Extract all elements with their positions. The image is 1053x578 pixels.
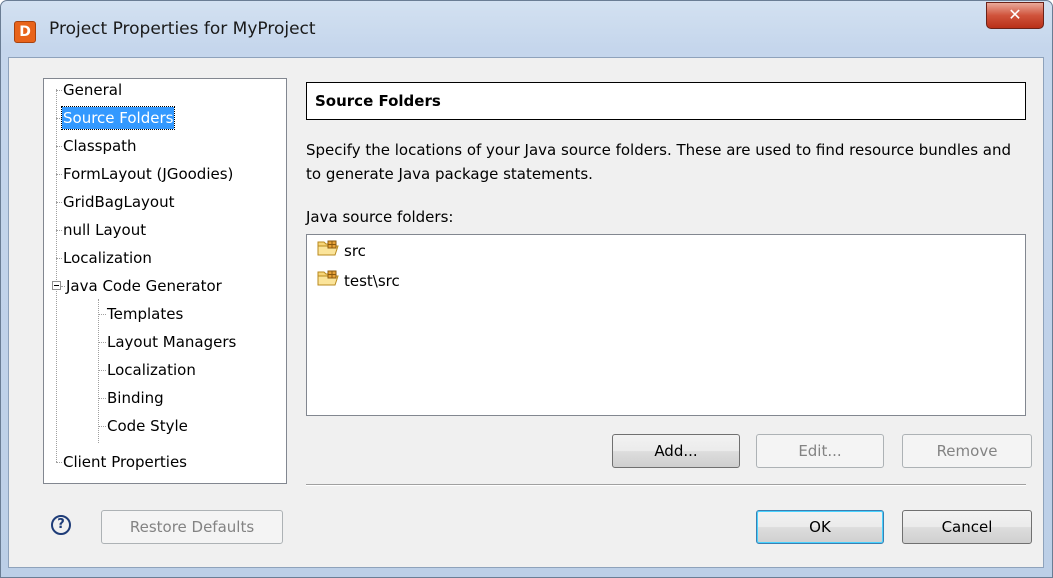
list-item[interactable]: test\src [317, 269, 400, 293]
edit-button[interactable]: Edit... [756, 434, 884, 468]
app-logo-icon: D [14, 21, 36, 43]
tree-item-templates[interactable]: Templates [106, 303, 184, 325]
remove-button[interactable]: Remove [902, 434, 1032, 468]
tree-item-layout-managers[interactable]: Layout Managers [106, 331, 237, 353]
settings-tree[interactable]: General Source Folders Classpath FormLay… [43, 78, 287, 484]
tree-guide-line [98, 299, 99, 443]
add-button[interactable]: Add... [612, 434, 740, 468]
separator [306, 484, 1026, 486]
tree-guide-line [98, 398, 106, 399]
tree-guide-line [98, 342, 106, 343]
window-title: Project Properties for MyProject [49, 19, 316, 39]
close-button[interactable]: ✕ [986, 2, 1044, 29]
package-folder-icon [317, 239, 339, 264]
title-bar[interactable]: D Project Properties for MyProject ✕ [1, 1, 1052, 65]
tree-item-general[interactable]: General [62, 79, 123, 101]
tree-guide-line [98, 370, 106, 371]
list-item[interactable]: src [317, 239, 366, 263]
folder-name: test\src [344, 272, 400, 290]
dialog-client-area: General Source Folders Classpath FormLay… [8, 57, 1044, 568]
tree-item-binding[interactable]: Binding [106, 387, 165, 409]
tree-item-source-folders[interactable]: Source Folders [60, 106, 176, 130]
restore-defaults-button[interactable]: Restore Defaults [101, 510, 283, 544]
tree-item-classpath[interactable]: Classpath [62, 135, 138, 157]
page-description: Specify the locations of your Java sourc… [306, 141, 1012, 183]
help-icon[interactable]: ? [51, 515, 71, 535]
source-folders-list[interactable]: src test\src [306, 234, 1026, 416]
source-folders-label: Java source folders: [306, 208, 454, 226]
tree-guide-line [98, 314, 106, 315]
tree-item-client-properties[interactable]: Client Properties [62, 451, 188, 473]
collapse-icon[interactable] [52, 281, 61, 290]
tree-item-formlayout[interactable]: FormLayout (JGoodies) [62, 163, 234, 185]
tree-guide-line [56, 89, 57, 462]
tree-item-java-code-generator[interactable]: Java Code Generator [65, 275, 223, 297]
folder-name: src [344, 242, 366, 260]
dialog-window: D Project Properties for MyProject ✕ Gen… [0, 0, 1053, 578]
tree-item-code-style[interactable]: Code Style [106, 415, 189, 437]
cancel-button[interactable]: Cancel [902, 510, 1032, 544]
tree-guide-line [98, 426, 106, 427]
tree-item-localization-sub[interactable]: Localization [106, 359, 197, 381]
page-title: Source Folders [306, 82, 1026, 120]
tree-item-null-layout[interactable]: null Layout [62, 219, 147, 241]
tree-item-localization[interactable]: Localization [62, 247, 153, 269]
package-folder-icon [317, 269, 339, 294]
tree-item-gridbaglayout[interactable]: GridBagLayout [62, 191, 175, 213]
ok-button[interactable]: OK [756, 510, 884, 544]
